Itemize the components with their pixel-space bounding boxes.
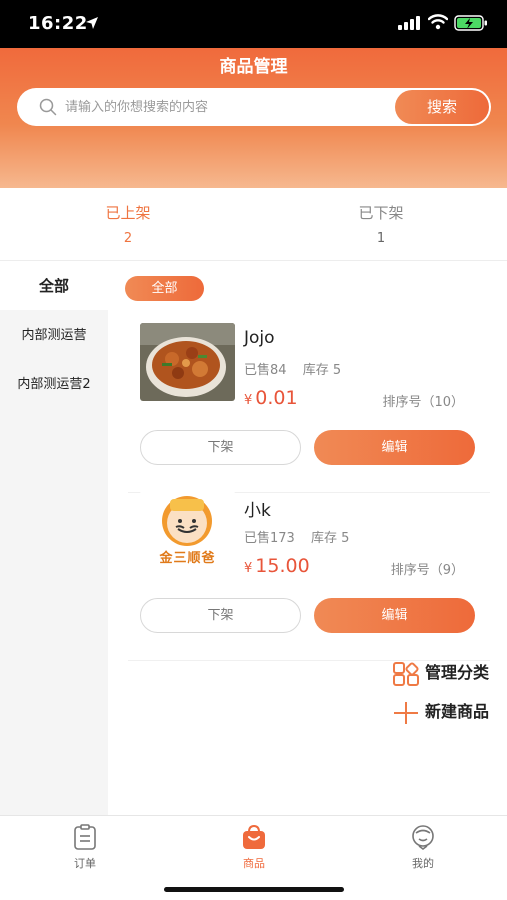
home-indicator [164,887,344,892]
tabbar-products-label: 商品 [243,857,265,870]
price-amount: 0.01 [255,387,298,409]
product-stock: 库存 5 [302,363,342,378]
product-sold: 已售84 [244,363,287,378]
tabbar-mine-label: 我的 [412,857,434,870]
tabbar-item-products[interactable]: 商品 [214,824,294,871]
tab-off-shelf[interactable]: 已下架 1 [301,202,461,246]
wifi-icon [428,14,448,30]
product-image [140,323,235,401]
sidebar-item-internal-ops-2[interactable]: 内部测运营2 [0,373,108,392]
product-meta: 已售84 库存 5 [244,359,341,378]
tab-on-shelf-label: 已上架 [105,204,151,222]
product-price: ¥15.00 [244,555,310,577]
product-meta: 已售173 库存 5 [244,527,349,546]
manage-category-label: 管理分类 [424,663,489,682]
tab-on-shelf-count: 2 [123,231,133,246]
search-button[interactable]: 搜索 [395,90,489,124]
manage-category-button[interactable]: 管理分类 [392,659,489,686]
clipboard-icon [74,824,96,850]
shelf-tabs: 已上架 2 已下架 1 [0,188,507,261]
tabbar-item-mine[interactable]: 我的 [383,824,463,871]
tab-on-shelf[interactable]: 已上架 2 [48,202,208,246]
product-sort-number: 排序号（9） [390,563,464,578]
page-title: 商品管理 [219,57,288,77]
filter-chip-all[interactable]: 全部 [125,276,204,301]
cellular-signal-icon [398,16,420,30]
category-sidebar: 全部 内部测运营 内部测运营2 [0,262,108,815]
food-dish-photo [140,323,235,401]
product-card: 金三顺爸 小k 已售173 库存 5 ¥15.00 排序号（9） 下架 编辑 [128,491,490,661]
edit-button[interactable]: 编辑 [314,598,475,633]
category-grid-icon [392,661,419,686]
search-bar: 搜索 [17,88,491,126]
battery-charging-icon [454,15,487,31]
product-card: Jojo 已售84 库存 5 ¥0.01 排序号（10） 下架 编辑 [128,323,490,493]
tab-off-shelf-label: 已下架 [358,204,404,222]
location-arrow-icon [86,17,98,29]
currency-symbol: ¥ [244,393,253,408]
currency-symbol: ¥ [244,561,253,576]
edit-button[interactable]: 编辑 [314,430,475,465]
off-shelf-button[interactable]: 下架 [140,598,301,633]
profile-icon [412,825,434,850]
plus-icon [393,701,418,724]
logo-text: 金三顺爸 [159,551,216,566]
product-image: 金三顺爸 [140,491,235,569]
off-shelf-button[interactable]: 下架 [140,430,301,465]
tabbar-orders-label: 订单 [74,857,96,870]
price-amount: 15.00 [255,555,310,577]
status-bar: 16:22 [0,0,507,48]
new-product-label: 新建商品 [424,702,489,721]
tabbar-item-orders[interactable]: 订单 [45,824,125,871]
product-sold: 已售173 [244,531,295,546]
search-input[interactable] [65,94,385,120]
product-sort-number: 排序号（10） [382,395,464,410]
product-name: Jojo [244,328,275,348]
sidebar-item-internal-ops[interactable]: 内部测运营 [0,324,108,343]
header: 商品管理 搜索 [0,48,507,188]
status-time: 16:22 [28,13,88,34]
product-name: 小k [244,501,271,521]
sidebar-item-all[interactable]: 全部 [0,262,108,310]
tab-off-shelf-count: 1 [376,231,386,246]
shopping-bag-icon [243,824,265,849]
search-icon [39,98,57,116]
product-price: ¥0.01 [244,387,298,409]
product-stock: 库存 5 [310,531,350,546]
new-product-button[interactable]: 新建商品 [393,698,489,725]
